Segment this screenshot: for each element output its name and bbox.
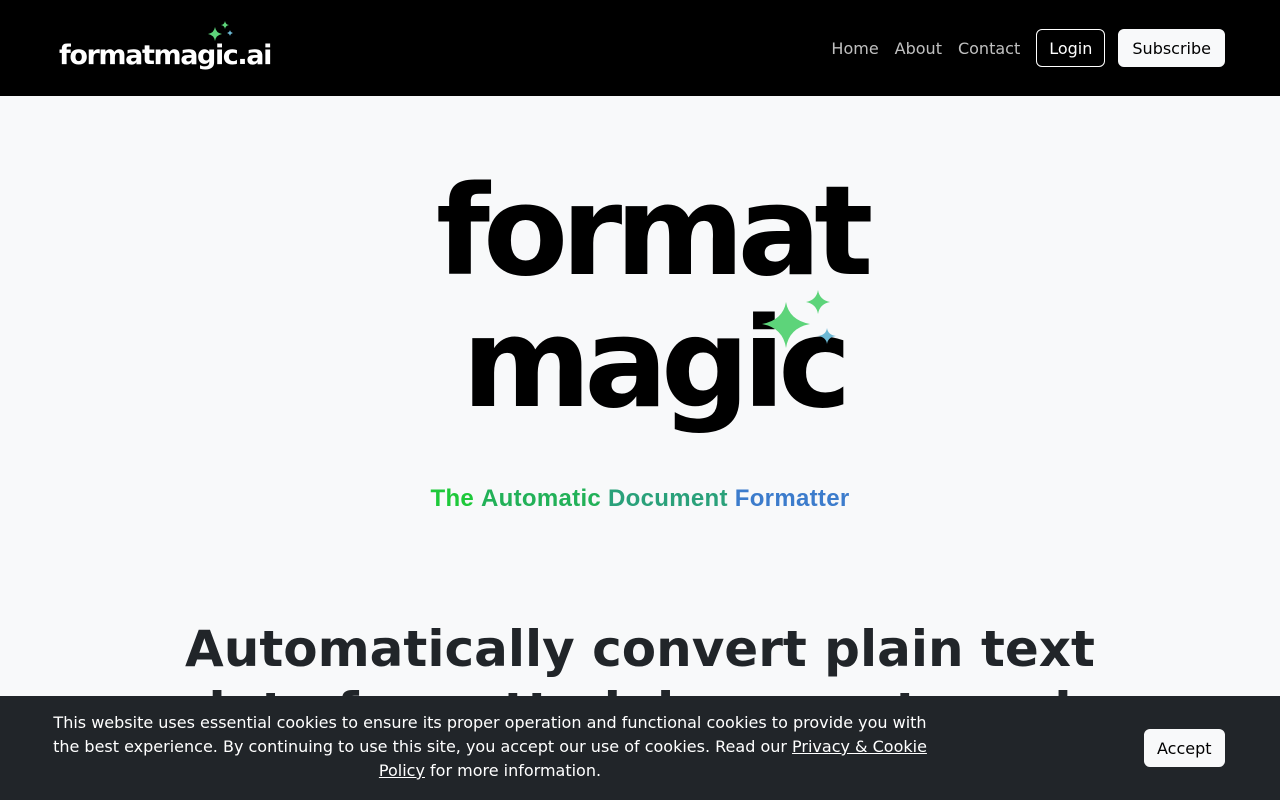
tagline-word: The (430, 485, 475, 512)
tagline: The Automatic Document Formatter (0, 485, 1280, 513)
subscribe-button[interactable]: Subscribe (1118, 29, 1225, 67)
nav-link-home[interactable]: Home (831, 39, 878, 58)
cookie-message: This website uses essential cookies to e… (40, 711, 940, 783)
brand-logo[interactable]: formatmagic.ai (59, 20, 272, 71)
login-button[interactable]: Login (1036, 29, 1106, 67)
nav-link-about[interactable]: About (895, 39, 942, 58)
navbar: formatmagic.ai Home About Contact Login … (0, 0, 1280, 96)
tagline-word: Formatter (734, 485, 850, 512)
hero-logo: format magic (428, 152, 873, 464)
tagline-word: Automatic (481, 485, 602, 512)
nav-link-contact[interactable]: Contact (958, 39, 1020, 58)
cookie-text-after: for more information. (424, 761, 602, 780)
tagline-word: Document (608, 485, 728, 512)
sparkles-icon (762, 290, 836, 348)
sparkles-icon (208, 20, 233, 41)
nav-menu: Home About Contact Login Subscribe (831, 29, 1225, 67)
accept-cookies-button[interactable]: Accept (1144, 729, 1225, 767)
brand-text: formatmagic.ai (59, 39, 272, 71)
logo-word-format: format (436, 160, 873, 304)
cookie-banner: This website uses essential cookies to e… (0, 696, 1280, 800)
